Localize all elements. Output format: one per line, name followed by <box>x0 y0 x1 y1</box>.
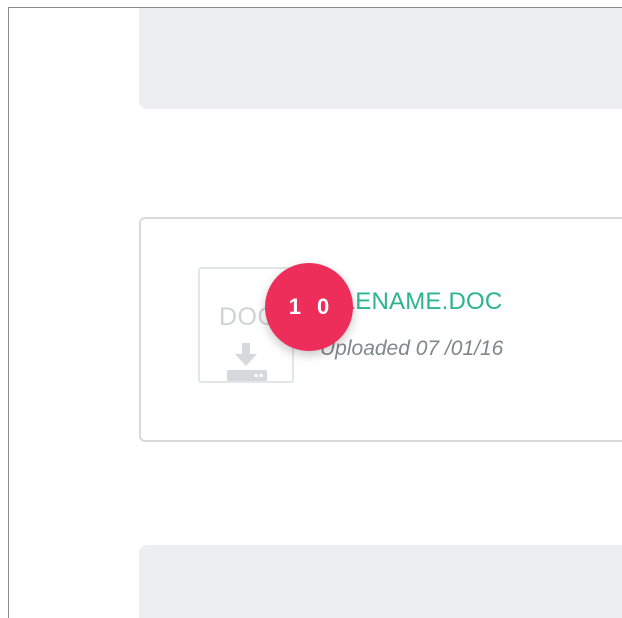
previous-card-panel <box>139 8 622 109</box>
upload-date: Uploaded 07 /01/16 <box>320 337 504 360</box>
next-card-panel <box>139 545 622 618</box>
download-icon[interactable] <box>224 343 270 381</box>
step-number-badge: 1 0 <box>265 263 353 351</box>
